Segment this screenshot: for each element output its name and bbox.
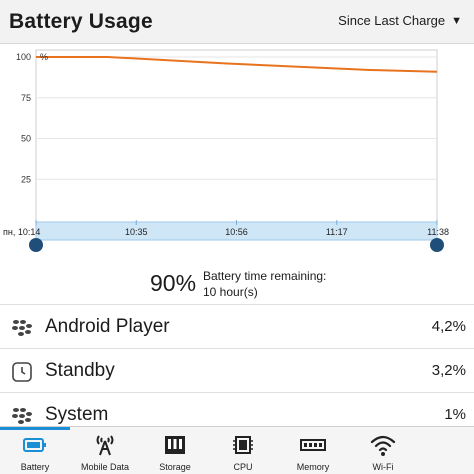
tab-cpu[interactable]: CPU (208, 427, 278, 474)
tab-battery[interactable]: Battery (0, 427, 70, 474)
y-tick-label: 75 (21, 93, 31, 103)
app-header: Battery Usage Since Last Charge ▼ (0, 0, 474, 44)
battery-icon (23, 438, 46, 452)
app-usage-list: Android Player 4,2% Standby 3,2% System … (0, 304, 474, 436)
tab-wifi[interactable]: Wi-Fi (348, 427, 418, 474)
y-tick-label: 50 (21, 134, 31, 144)
time-remaining-value: 10 hour(s) (203, 285, 258, 299)
tab-mobile-data[interactable]: Mobile Data (70, 427, 140, 474)
tab-memory[interactable]: Memory (278, 427, 348, 474)
y-tick-label: 25 (21, 174, 31, 184)
time-remaining-text: Battery time remaining: 10 hour(s) (203, 268, 326, 300)
range-dropdown-label: Since Last Charge (338, 13, 446, 28)
app-name: Standby (45, 360, 115, 381)
list-item-android-player[interactable]: Android Player 4,2% (0, 304, 474, 348)
blackberry-icon (12, 408, 32, 424)
tab-label: Memory (296, 462, 330, 472)
app-usage-value: 3,2% (431, 362, 466, 379)
blackberry-icon (12, 320, 32, 336)
y-unit-label: % (40, 52, 48, 62)
battery-percent: 90% (150, 270, 197, 296)
app-usage-value: 4,2% (431, 318, 466, 335)
tab-label: Mobile Data (80, 462, 130, 472)
standby-clock-icon (12, 362, 32, 382)
battery-chart-svg: пн, 10:14 10:35 10:56 11:17 11:38 100755025 … (3, 49, 449, 252)
list-item-standby[interactable]: Standby 3,2% (0, 348, 474, 392)
x-tick-label: 10:35 (125, 227, 148, 237)
range-start-handle[interactable] (29, 238, 43, 252)
antenna-icon (96, 435, 114, 456)
page-title: Battery Usage (9, 10, 153, 33)
cpu-icon (233, 436, 253, 454)
tab-label: Storage (159, 462, 191, 472)
tab-label: CPU (233, 462, 253, 472)
tab-storage[interactable]: Storage (140, 427, 210, 474)
y-tick-label: 100 (16, 52, 31, 62)
tab-label: Wi-Fi (372, 462, 394, 472)
app-name: Android Player (45, 316, 170, 337)
x-tick-label: 11:38 (427, 227, 449, 237)
range-dropdown[interactable]: Since Last Charge ▼ (338, 13, 462, 28)
app-usage-value: 1% (444, 406, 466, 423)
time-remaining-label: Battery time remaining: (203, 269, 327, 283)
range-end-handle[interactable] (430, 238, 444, 252)
battery-chart: пн, 10:14 10:35 10:56 11:17 11:38 100 75 50 25 … (0, 44, 474, 284)
x-tick-label: 10:56 (225, 227, 248, 237)
tab-label: Battery (20, 462, 50, 472)
x-tick-label: 11:17 (326, 227, 348, 237)
battery-remaining: 90% Battery time remaining: 10 hour(s) (0, 262, 474, 302)
chevron-down-icon: ▼ (451, 15, 462, 27)
x-tick-label: пн, 10:14 (3, 227, 40, 237)
bottom-tab-bar: Battery Mobile Data Storage CPU Memory W… (0, 426, 474, 474)
memory-icon (300, 439, 326, 451)
storage-icon (165, 436, 185, 454)
app-name: System (45, 404, 109, 425)
wifi-icon (370, 435, 396, 456)
